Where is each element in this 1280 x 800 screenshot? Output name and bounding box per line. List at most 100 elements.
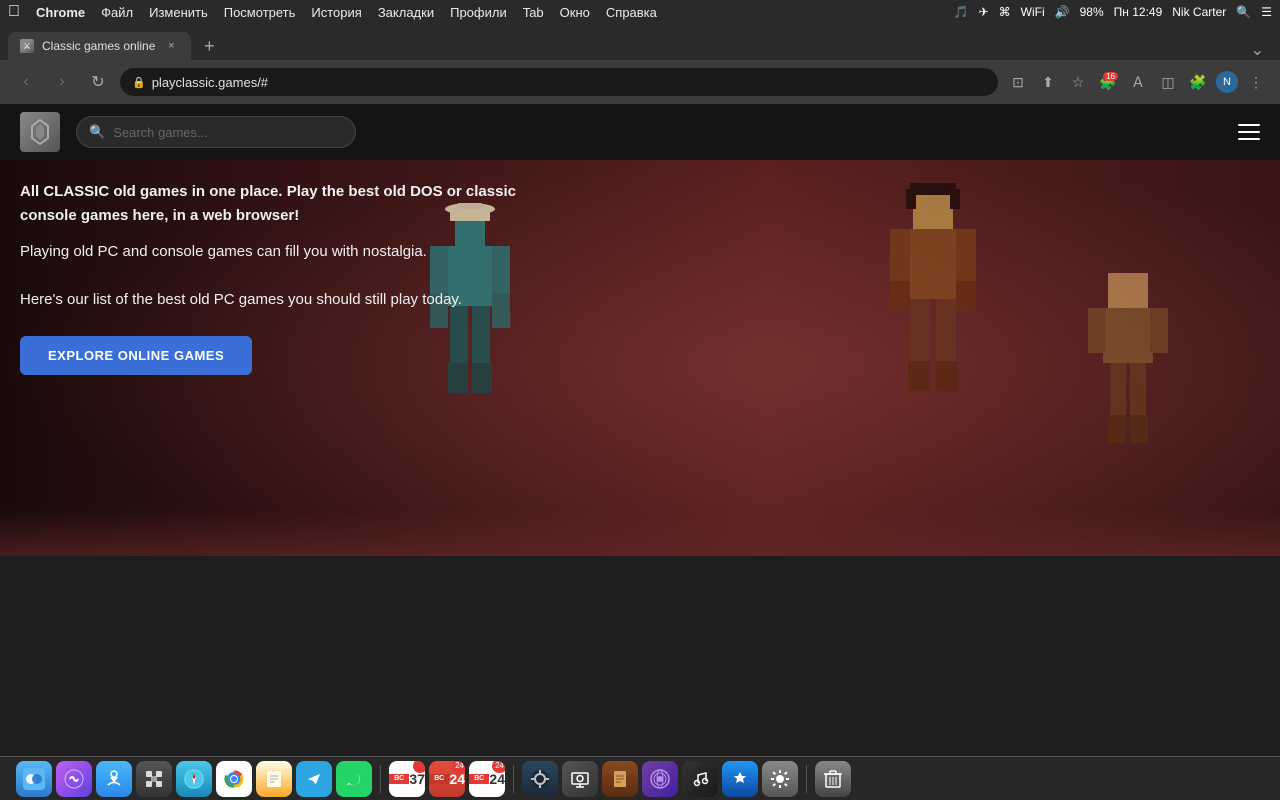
- hero-text-main: All CLASSIC old games in one place. Play…: [20, 180, 520, 228]
- dock-separator-1: [380, 765, 381, 793]
- dock-marked[interactable]: [602, 761, 638, 797]
- menu-edit[interactable]: Изменить: [149, 5, 208, 20]
- dock-screenium[interactable]: [562, 761, 598, 797]
- menu-bookmarks[interactable]: Закладки: [378, 5, 434, 20]
- sidebar-icon[interactable]: ◫: [1156, 70, 1180, 94]
- address-right-icons: ⊡ ⬆ ☆ 🧩 16 Ａ ◫ 🧩 N ⋮: [1006, 70, 1268, 94]
- tab-favicon: ⚔: [20, 39, 34, 53]
- finder-icon: [23, 768, 45, 790]
- dock-notes[interactable]: [256, 761, 292, 797]
- back-button[interactable]: ‹: [12, 68, 40, 96]
- website-content: 🔍 Search games...: [0, 104, 1280, 556]
- bookmark-icon[interactable]: ☆: [1066, 70, 1090, 94]
- hamburger-menu[interactable]: [1238, 124, 1260, 140]
- active-tab[interactable]: ⚔ Classic games online ×: [8, 32, 191, 60]
- url-bar[interactable]: 🔒 playclassic.games/#: [120, 68, 998, 96]
- dock-airdrop[interactable]: [96, 761, 132, 797]
- extensions-icon[interactable]: 🧩 16: [1096, 70, 1120, 94]
- dock-chrome[interactable]: [216, 761, 252, 797]
- appstore-icon: [730, 769, 750, 789]
- dock-steam[interactable]: [522, 761, 558, 797]
- tab-close-button[interactable]: ×: [163, 38, 179, 54]
- profile-icon[interactable]: N: [1216, 71, 1238, 93]
- dock-calendar-2[interactable]: ВС 24 24: [469, 761, 505, 797]
- dock-tor[interactable]: [642, 761, 678, 797]
- steam-icon: [530, 769, 550, 789]
- menu-file[interactable]: Файл: [101, 5, 133, 20]
- menubar-battery: 98%: [1080, 5, 1104, 19]
- menubar-wifi: WiFi: [1021, 5, 1045, 19]
- menu-view[interactable]: Посмотреть: [224, 5, 296, 20]
- refresh-button[interactable]: ↻: [84, 68, 112, 96]
- menu-profiles[interactable]: Профили: [450, 5, 507, 20]
- forward-button[interactable]: ›: [48, 68, 76, 96]
- tab-expand-button[interactable]: ⌄: [1243, 40, 1272, 60]
- search-placeholder: Search games...: [113, 125, 208, 140]
- apple-menu[interactable]: : [8, 3, 20, 21]
- notes-icon: [265, 770, 283, 788]
- hamburger-line-3: [1238, 138, 1260, 140]
- extensions-badge: 16: [1103, 72, 1118, 81]
- dock-finder[interactable]: [16, 761, 52, 797]
- menubar-telegram-icon: ✈: [979, 5, 989, 19]
- secure-lock-icon: 🔒: [132, 76, 146, 89]
- menu-tab[interactable]: Tab: [523, 5, 544, 20]
- menubar-right: 🎵 ✈ ⌘ WiFi 🔊 98% Пн 12:49 Nik Carter 🔍 ☰: [954, 5, 1272, 19]
- search-box[interactable]: 🔍 Search games...: [76, 116, 356, 148]
- dock-calendar-1[interactable]: ВС 37: [389, 761, 425, 797]
- logo-icon: [26, 118, 54, 146]
- dock-safari[interactable]: [176, 761, 212, 797]
- site-header: 🔍 Search games...: [0, 104, 1280, 160]
- hero-text-list: Here's our list of the best old PC games…: [20, 288, 520, 312]
- menubar-time: Пн 12:49: [1114, 5, 1163, 19]
- hero-bold-text: All CLASSIC old games in one place. Play…: [20, 183, 516, 224]
- browser-chrome: ⚔ Classic games online × + ⌄ ‹ › ↻ 🔒 pla…: [0, 24, 1280, 104]
- dock-separator-2: [513, 765, 514, 793]
- menu-chrome[interactable]: Chrome: [36, 5, 85, 20]
- dock-whatsapp[interactable]: [336, 761, 372, 797]
- menubar-search-icon[interactable]: 🔍: [1236, 5, 1251, 19]
- reader-icon[interactable]: Ａ: [1126, 70, 1150, 94]
- calendar-2-badge: 24: [492, 761, 505, 773]
- marked-icon: [610, 769, 630, 789]
- translate-icon[interactable]: ⊡: [1006, 70, 1030, 94]
- address-bar: ‹ › ↻ 🔒 playclassic.games/# ⊡ ⬆ ☆ 🧩 16 Ａ…: [0, 60, 1280, 104]
- menu-dots-icon[interactable]: ⋮: [1244, 70, 1268, 94]
- hero-crowd: [0, 510, 1280, 556]
- dock-trash[interactable]: [815, 761, 851, 797]
- dock-sysprefs[interactable]: [762, 761, 798, 797]
- dock-fantastical[interactable]: ВС 24 24: [429, 761, 465, 797]
- menu-window[interactable]: Окно: [560, 5, 590, 20]
- hamburger-line-1: [1238, 124, 1260, 126]
- hero-text-sub: Playing old PC and console games can fil…: [20, 240, 520, 264]
- new-tab-button[interactable]: +: [195, 32, 223, 60]
- dock-appstore[interactable]: [722, 761, 758, 797]
- menubar-list-icon[interactable]: ☰: [1261, 5, 1272, 19]
- hero-section: All CLASSIC old games in one place. Play…: [0, 160, 1280, 556]
- explore-button[interactable]: EXPLORE ONLINE GAMES: [20, 336, 252, 375]
- music-icon: [690, 769, 710, 789]
- whatsapp-icon: [344, 769, 364, 789]
- dock-separator-3: [806, 765, 807, 793]
- menubar-clock: 🎵: [954, 5, 969, 19]
- safari-icon: [183, 768, 205, 790]
- site-logo[interactable]: [20, 112, 60, 152]
- share-icon[interactable]: ⬆: [1036, 70, 1060, 94]
- fantastical-badge: 24: [452, 761, 465, 773]
- menu-history[interactable]: История: [311, 5, 361, 20]
- sysprefs-icon: [770, 769, 790, 789]
- menu-help[interactable]: Справка: [606, 5, 657, 20]
- extensions-puzzle-icon[interactable]: 🧩: [1186, 70, 1210, 94]
- tab-title: Classic games online: [42, 39, 155, 53]
- hamburger-line-2: [1238, 131, 1260, 133]
- dock-siri[interactable]: [56, 761, 92, 797]
- dock-telegram[interactable]: [296, 761, 332, 797]
- fighter-third-sprite: [1078, 263, 1178, 463]
- dock-music[interactable]: [682, 761, 718, 797]
- tor-icon: [650, 769, 670, 789]
- menubar-user: Nik Carter: [1172, 5, 1226, 19]
- tab-bar: ⚔ Classic games online × + ⌄: [0, 24, 1280, 60]
- dock-launchpad[interactable]: [136, 761, 172, 797]
- screenium-icon: [570, 769, 590, 789]
- calendar-header-1: ВС: [389, 774, 409, 784]
